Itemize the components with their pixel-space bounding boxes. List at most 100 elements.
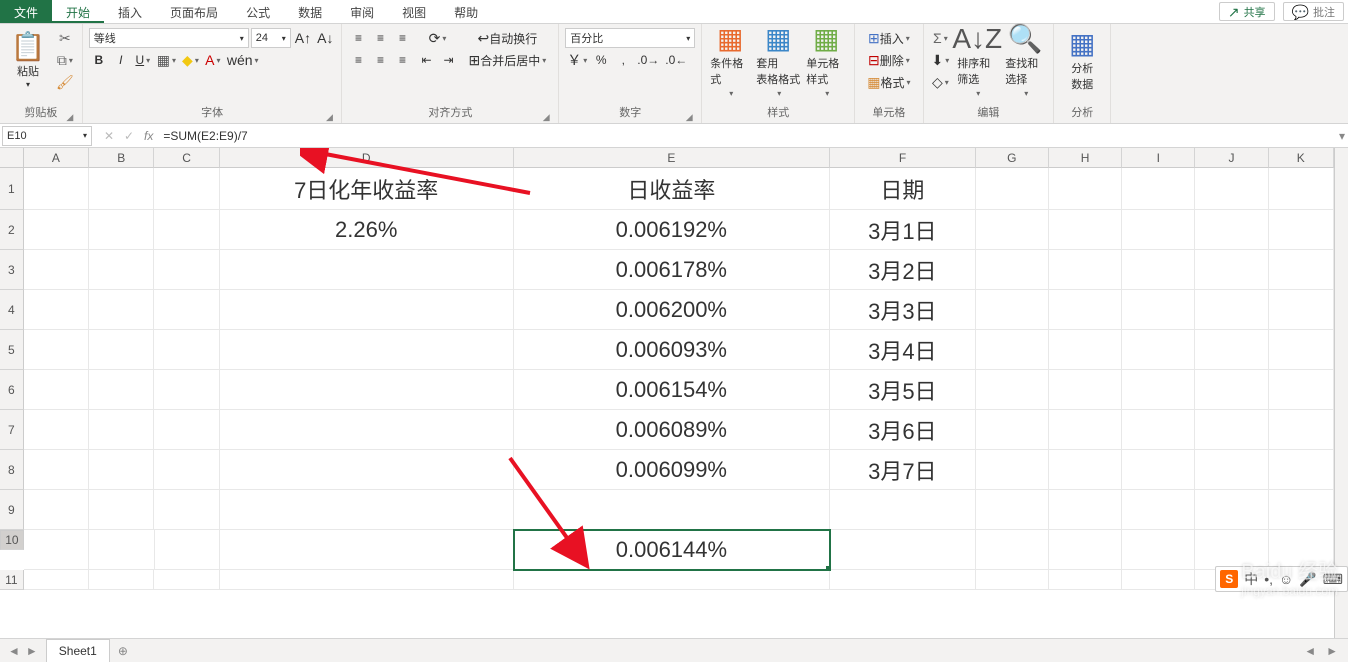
col-header-C[interactable]: C (154, 148, 219, 168)
cell-B5[interactable] (89, 330, 154, 370)
cell-I7[interactable] (1122, 410, 1195, 450)
cell-B4[interactable] (89, 290, 154, 330)
conditional-format-button[interactable]: ▦条件格式 (708, 28, 752, 94)
formula-input[interactable]: =SUM(E2:E9)/7 (159, 129, 1336, 143)
ime-punct-icon[interactable]: •, (1264, 571, 1273, 587)
cell-C8[interactable] (154, 450, 219, 490)
paste-button[interactable]: 📋 粘贴 ▾ (6, 28, 50, 94)
cell-G5[interactable] (976, 330, 1049, 370)
cell-I11[interactable] (1122, 570, 1195, 590)
col-header-E[interactable]: E (514, 148, 831, 168)
name-box[interactable]: E10▾ (2, 126, 92, 146)
orientation-button[interactable]: ⟳ (416, 28, 458, 48)
add-sheet-button[interactable]: ⊕ (110, 644, 136, 658)
row-header-7[interactable]: 7 (0, 410, 24, 450)
insert-cells-button[interactable]: ⊞插入 (861, 28, 916, 48)
col-header-J[interactable]: J (1195, 148, 1268, 168)
cell-I4[interactable] (1122, 290, 1195, 330)
cell-J9[interactable] (1195, 490, 1268, 530)
cell-F3[interactable]: 3月2日 (830, 250, 975, 290)
cell-A7[interactable] (24, 410, 89, 450)
cell-F10[interactable] (830, 530, 975, 570)
cell-E3[interactable]: 0.006178% (514, 250, 831, 290)
cell-G11[interactable] (976, 570, 1049, 590)
cell-K7[interactable] (1269, 410, 1334, 450)
cell-K2[interactable] (1269, 210, 1334, 250)
cell-H2[interactable] (1049, 210, 1122, 250)
cell-H3[interactable] (1049, 250, 1122, 290)
merge-center-button[interactable]: ⊞合并后居中 (462, 50, 552, 70)
cell-K3[interactable] (1269, 250, 1334, 290)
tab-home[interactable]: 开始 (52, 0, 104, 23)
cell-E6[interactable]: 0.006154% (514, 370, 831, 410)
font-color-button[interactable]: A (203, 50, 223, 70)
cell-J7[interactable] (1195, 410, 1268, 450)
cell-G1[interactable] (976, 168, 1049, 210)
vertical-scrollbar[interactable] (1334, 148, 1348, 638)
cell-A10[interactable] (24, 530, 89, 570)
cell-I8[interactable] (1122, 450, 1195, 490)
format-cells-button[interactable]: ▦格式 (861, 72, 916, 92)
cell-K4[interactable] (1269, 290, 1334, 330)
cell-H5[interactable] (1049, 330, 1122, 370)
cell-E10[interactable]: 0.006144% (514, 530, 830, 570)
cell-J3[interactable] (1195, 250, 1268, 290)
cell-I9[interactable] (1122, 490, 1195, 530)
cell-C3[interactable] (154, 250, 219, 290)
cell-G7[interactable] (976, 410, 1049, 450)
cell-C5[interactable] (154, 330, 219, 370)
cell-H7[interactable] (1049, 410, 1122, 450)
ime-keyboard-icon[interactable]: ⌨ (1323, 571, 1343, 588)
cell-J5[interactable] (1195, 330, 1268, 370)
cell-E4[interactable]: 0.006200% (514, 290, 831, 330)
number-dialog-launcher[interactable]: ◢ (683, 109, 695, 121)
cut-button[interactable]: ✂ (54, 28, 76, 48)
cell-A3[interactable] (24, 250, 89, 290)
accept-formula-button[interactable]: ✓ (120, 129, 138, 143)
col-header-F[interactable]: F (830, 148, 975, 168)
cell-C6[interactable] (154, 370, 219, 410)
align-top-button[interactable]: ≡ (348, 28, 368, 48)
cell-D11[interactable] (220, 570, 514, 590)
analyze-data-button[interactable]: ▦分析 数据 (1060, 28, 1104, 94)
cell-I2[interactable] (1122, 210, 1195, 250)
number-format-select[interactable]: 百分比▾ (565, 28, 695, 48)
col-header-D[interactable]: D (220, 148, 514, 168)
sheet-next-button[interactable]: ► (26, 644, 38, 658)
cell-H9[interactable] (1049, 490, 1122, 530)
hscroll-right[interactable]: ► (1326, 644, 1338, 658)
tab-file[interactable]: 文件 (0, 0, 52, 23)
cell-F7[interactable]: 3月6日 (830, 410, 975, 450)
col-header-B[interactable]: B (89, 148, 154, 168)
row-header-11[interactable]: 11 (0, 570, 24, 590)
cell-A8[interactable] (24, 450, 89, 490)
tab-help[interactable]: 帮助 (440, 0, 492, 23)
cell-G4[interactable] (976, 290, 1049, 330)
cell-J2[interactable] (1195, 210, 1268, 250)
cell-F2[interactable]: 3月1日 (830, 210, 975, 250)
percent-button[interactable]: % (591, 50, 611, 70)
cell-D2[interactable]: 2.26% (220, 210, 514, 250)
sort-filter-button[interactable]: A↓Z排序和筛选 (955, 28, 999, 94)
sheet-prev-button[interactable]: ◄ (8, 644, 20, 658)
cell-K8[interactable] (1269, 450, 1334, 490)
tab-insert[interactable]: 插入 (104, 0, 156, 23)
cell-H1[interactable] (1049, 168, 1122, 210)
cell-B11[interactable] (89, 570, 154, 590)
tab-formulas[interactable]: 公式 (232, 0, 284, 23)
cell-C10[interactable] (155, 530, 220, 570)
cell-G9[interactable] (976, 490, 1049, 530)
cell-F5[interactable]: 3月4日 (830, 330, 975, 370)
cell-H11[interactable] (1049, 570, 1122, 590)
cell-D9[interactable] (220, 490, 514, 530)
cell-K5[interactable] (1269, 330, 1334, 370)
cell-F9[interactable] (830, 490, 975, 530)
hscroll-left[interactable]: ◄ (1304, 644, 1316, 658)
select-all-corner[interactable] (0, 148, 24, 168)
cell-B2[interactable] (89, 210, 154, 250)
phonetic-button[interactable]: wén (225, 50, 261, 70)
comments-button[interactable]: 💬批注 (1283, 2, 1344, 21)
formula-bar-expand[interactable]: ▾ (1336, 129, 1348, 143)
cell-E1[interactable]: 日收益率 (514, 168, 831, 210)
row-header-8[interactable]: 8 (0, 450, 24, 490)
